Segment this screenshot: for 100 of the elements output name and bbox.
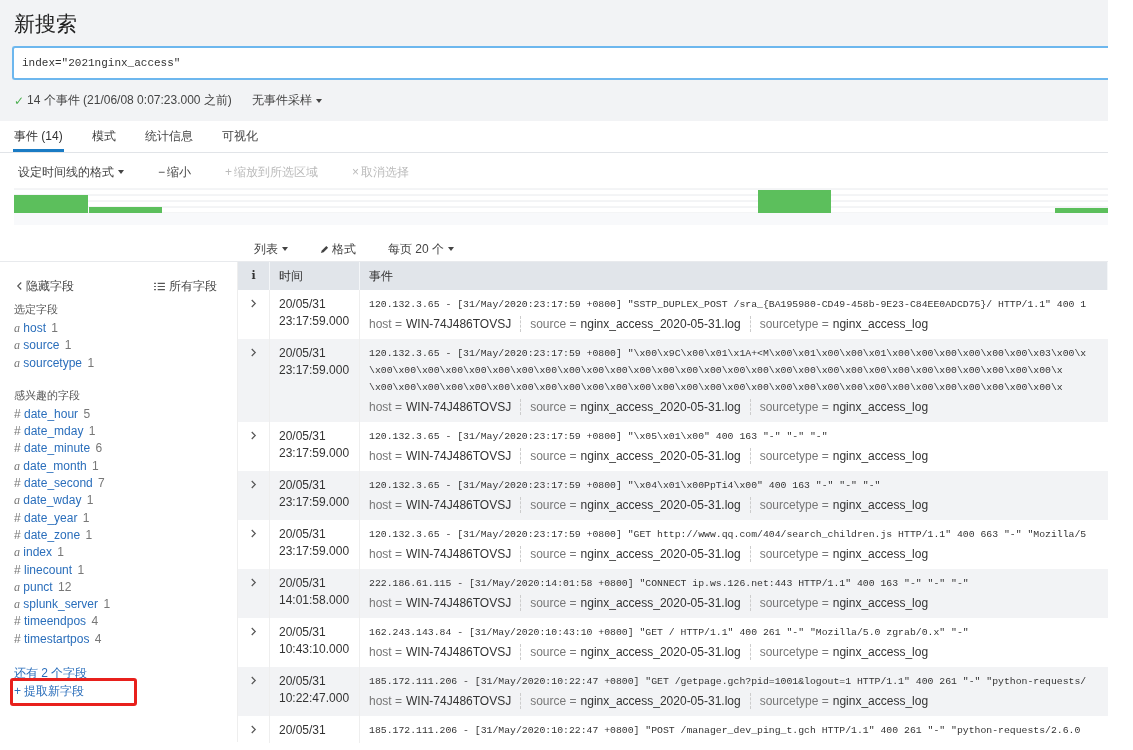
section-heading: 选定字段 <box>14 302 59 317</box>
event-text: \x00\x00\x00\x00\x00\x00\x00\x00\x00\x00\x00\x00\x00\x00\x00\x00\x00\x00\x00\x00\x00\x00\x00\x00\x00\x00\x00\x00\x00\x <box>369 364 1064 378</box>
event-date: 20/05/31 <box>279 674 327 689</box>
field-key: source = <box>530 317 577 331</box>
event-text: 222.186.61.115 - [31/May/2020:14:01:58 +0800] "CONNECT ip.ws.126.net:443 HTTP/1.1" 400 163 "-" "-" "-" <box>369 577 970 591</box>
expand-chevron-icon[interactable] <box>250 430 257 441</box>
event-date: 20/05/31 <box>279 625 327 640</box>
caret-icon <box>282 247 288 251</box>
sampling-dropdown[interactable]: 无事件采样 <box>251 92 322 109</box>
expand-chevron-icon[interactable] <box>250 626 257 637</box>
expand-chevron-icon[interactable] <box>250 347 257 358</box>
expand-chevron-icon[interactable] <box>250 528 257 539</box>
expand-chevron-icon[interactable] <box>250 724 257 735</box>
field-value[interactable]: WIN-74J486TOVSJ <box>406 498 512 512</box>
field-item[interactable]: a date_month 1 <box>14 457 237 476</box>
field-item[interactable]: a punct 12 <box>14 578 237 597</box>
field-item[interactable]: # date_mday 1 <box>14 423 237 441</box>
list-control[interactable]: 列表 <box>254 237 288 261</box>
expand-chevron-icon[interactable] <box>250 298 257 309</box>
tab[interactable]: 模式 <box>90 121 117 152</box>
field-value[interactable]: nginx_access_log <box>832 645 929 659</box>
field-value[interactable]: nginx_access_2020-05-31.log <box>580 498 741 512</box>
caret-icon <box>448 247 454 251</box>
field-key: host = <box>369 694 403 708</box>
field-item[interactable]: a date_wday 1 <box>14 492 237 510</box>
more-fields-link[interactable]: 还有 2 个字段 <box>14 664 88 683</box>
extract-fields-link[interactable]: + 提取新字段 <box>14 682 85 701</box>
field-item[interactable]: a host 1 <box>14 320 237 338</box>
field-key: sourcetype = <box>759 317 829 331</box>
field-item[interactable]: # date_minute 6 <box>14 440 237 458</box>
chevron-left-icon <box>16 281 23 291</box>
field-value[interactable]: WIN-74J486TOVSJ <box>406 449 512 463</box>
event-time: 10:22:47.000 <box>279 691 351 706</box>
field-key: source = <box>530 547 577 561</box>
field-value[interactable]: nginx_access_2020-05-31.log <box>580 449 741 463</box>
field-item[interactable]: # date_hour 5 <box>14 405 237 424</box>
event-count-text: 14 个事件 (21/06/08 0:07:23.000 之前) <box>27 92 232 109</box>
field-value[interactable]: nginx_access_2020-05-31.log <box>580 547 741 561</box>
field-value[interactable]: nginx_access_log <box>832 317 929 331</box>
list-control[interactable]: 每页 20 个 <box>388 237 454 261</box>
column-header: i <box>238 262 270 290</box>
field-value[interactable]: nginx_access_2020-05-31.log <box>580 645 741 659</box>
event-text: \x00\x00\x00\x00\x00\x00\x00\x00\x00\x00\x00\x00\x00\x00\x00\x00\x00\x00\x00\x00\x00\x00\x00\x00\x00\x00\x00\x00\x00\x <box>369 381 1064 395</box>
field-value[interactable]: WIN-74J486TOVSJ <box>406 645 512 659</box>
field-item[interactable]: a sourcetype 1 <box>14 354 237 372</box>
field-item[interactable]: # timestartpos 4 <box>14 630 237 649</box>
field-key: host = <box>369 645 403 659</box>
field-key: host = <box>369 596 403 610</box>
section-heading: 感兴趣的字段 <box>14 387 81 403</box>
toolbar-button[interactable]: 设定时间线的格式 <box>18 161 124 183</box>
tab[interactable]: 统计信息 <box>143 121 194 152</box>
field-item[interactable]: # date_zone 1 <box>14 526 237 545</box>
field-item[interactable]: # timeendpos 4 <box>14 613 237 631</box>
event-time: 23:17:59.000 <box>279 314 351 329</box>
field-key: source = <box>530 645 577 659</box>
field-value[interactable]: WIN-74J486TOVSJ <box>406 317 512 331</box>
field-key: source = <box>530 498 577 512</box>
field-item[interactable]: a splunk_server 1 <box>14 596 237 614</box>
field-value[interactable]: nginx_access_2020-05-31.log <box>580 317 741 331</box>
field-value[interactable]: nginx_access_log <box>832 596 929 610</box>
event-date: 20/05/31 <box>279 346 327 361</box>
field-value[interactable]: WIN-74J486TOVSJ <box>406 547 512 561</box>
field-value[interactable]: nginx_access_log <box>832 449 929 463</box>
field-item[interactable]: # linecount 1 <box>14 561 237 579</box>
field-item[interactable]: a index 1 <box>14 544 237 562</box>
expand-chevron-icon[interactable] <box>250 577 257 588</box>
field-value[interactable]: nginx_access_2020-05-31.log <box>580 694 741 708</box>
field-value[interactable]: nginx_access_log <box>832 694 929 708</box>
field-key: sourcetype = <box>759 498 829 512</box>
field-item[interactable]: # date_second 7 <box>14 475 237 493</box>
field-value[interactable]: WIN-74J486TOVSJ <box>406 596 512 610</box>
field-value[interactable]: nginx_access_2020-05-31.log <box>580 400 741 414</box>
field-key: host = <box>369 449 403 463</box>
all-fields-link[interactable]: 所有字段 <box>154 272 217 300</box>
event-time: 23:17:59.000 <box>279 446 351 461</box>
field-value[interactable]: WIN-74J486TOVSJ <box>406 400 512 414</box>
tab[interactable]: 事件 (14) <box>13 121 64 152</box>
field-value[interactable]: nginx_access_log <box>832 498 929 512</box>
field-item[interactable]: a source 1 <box>14 337 237 355</box>
event-date: 20/05/31 <box>279 723 327 738</box>
field-value[interactable]: nginx_access_log <box>832 400 929 414</box>
search-field[interactable]: index="2021nginx_access" <box>12 46 1108 80</box>
tab[interactable]: 可视化 <box>220 121 259 152</box>
list-control[interactable]: 格式 <box>320 237 356 261</box>
event-text: 185.172.111.206 - [31/May/2020:10:22:47 +0800] "GET /getpage.gch?pid=1001&logout=1 HTTP/1.1" 400 261 "-" "python-requests/ <box>369 675 1088 689</box>
check-icon: ✓ <box>14 93 25 108</box>
event-text: 120.132.3.65 - [31/May/2020:23:17:59 +0800] "\x05\x01\x00" 400 163 "-" "-" "-" <box>369 430 829 444</box>
field-key: host = <box>369 498 403 512</box>
field-key: host = <box>369 547 403 561</box>
field-value[interactable]: nginx_access_log <box>832 547 929 561</box>
expand-chevron-icon[interactable] <box>250 479 257 490</box>
field-value[interactable]: WIN-74J486TOVSJ <box>406 694 512 708</box>
field-value[interactable]: nginx_access_2020-05-31.log <box>580 596 741 610</box>
hide-fields-link[interactable]: 隐藏字段 <box>16 272 74 300</box>
expand-chevron-icon[interactable] <box>250 675 257 686</box>
event-text: 120.132.3.65 - [31/May/2020:23:17:59 +0800] "GET http://www.qq.com/404/search_children.js HTTP/1.1" 400 663 "-" "Mozilla/5 <box>369 528 1088 542</box>
list-icon <box>154 281 165 291</box>
column-header: 事件 <box>360 262 1108 290</box>
toolbar-button[interactable]: − 缩小 <box>158 161 191 183</box>
field-item[interactable]: # date_year 1 <box>14 509 237 527</box>
